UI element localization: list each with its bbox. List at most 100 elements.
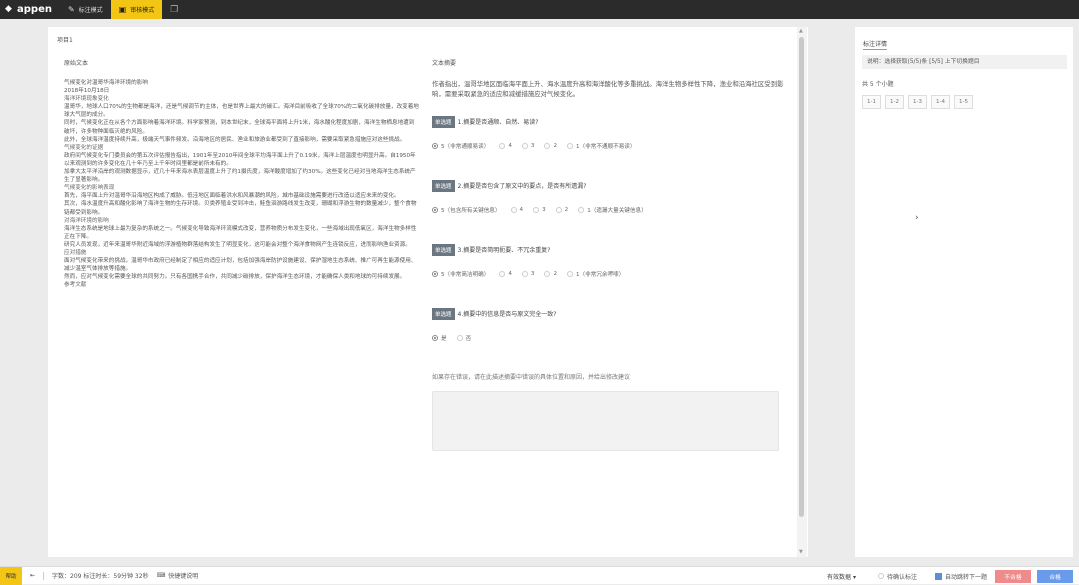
collapse-icon[interactable]: ⇤ xyxy=(30,572,35,579)
article-paragraph: 加拿大太平洋沿岸的观测数据显示，近几十年来海水表层温度上升了约1摄氏度，海洋酸度… xyxy=(64,169,416,184)
article-body: 气候变化对温哥华海洋环境的影响 2018年10月18日 海洋环境现象变化 温哥华… xyxy=(64,79,419,289)
pager-item[interactable]: 1-2 xyxy=(885,95,904,109)
tab-review-label: 审核模式 xyxy=(130,7,155,14)
summary-column: 文本摘要 作者指出，温哥华地区面临海平面上升、海水温度升高和海洋酸化等多重挑战。… xyxy=(432,58,787,451)
original-text-title: 原始文本 xyxy=(64,60,89,67)
radio-option[interactable]: 1（遗漏大量关键信息） xyxy=(578,206,647,214)
main-scrollbar[interactable]: ▲ ▼ xyxy=(797,27,807,557)
annotation-detail-panel: 标注详情 说明：选择获取(5/5)条 [5/5] 上下切换题目 共 5 个小题 … xyxy=(855,27,1073,557)
original-text-column: 原始文本 气候变化对温哥华海洋环境的影响 2018年10月18日 海洋环境现象变… xyxy=(64,58,419,289)
side-panel-info: 说明：选择获取(5/5)条 [5/5] 上下切换题目 xyxy=(862,55,1067,69)
article-heading: 参考文献 xyxy=(64,282,87,289)
radio-icon xyxy=(877,573,884,579)
question-2: 单选题 2.摘要是否包含了原文中的要点，是否有所遗漏? 5（包含所有关键信息） … xyxy=(432,179,787,214)
radio-option[interactable]: 3 xyxy=(533,206,546,213)
scroll-down-icon[interactable]: ▼ xyxy=(799,549,803,555)
top-navbar: ◆ appen ✎ 标注模式 ▣ 审核模式 ❐ xyxy=(0,0,1079,19)
radio-icon xyxy=(521,270,528,277)
radio-option[interactable]: 否 xyxy=(456,334,471,342)
radio-icon xyxy=(567,142,573,149)
article-heading: 应对措施 xyxy=(64,249,87,256)
radio-option[interactable]: 3 xyxy=(521,270,534,277)
radio-icon xyxy=(544,142,551,149)
radio-option[interactable]: 5（包含所有关键信息） xyxy=(432,206,501,214)
error-description-label: 如果存在错误，请在此描述摘要中错误的具体位置和原因，并给出修改建议 xyxy=(432,373,631,381)
radio-option[interactable]: 2 xyxy=(555,206,568,213)
article-paragraph: 此外，全球海洋温度持续升高，极端天气事件频发。沿海地区的居民、渔业和旅游业都受到… xyxy=(64,136,406,143)
radio-option[interactable]: 1（非常冗余啰嗦） xyxy=(567,270,624,278)
question-count: 共 5 个小题 xyxy=(862,81,894,88)
question-text: 1.摘要是否通顺、自然、易读? xyxy=(457,119,539,127)
layout-icon[interactable]: ❐ xyxy=(162,0,186,19)
article-paragraph: 同时，气候变化正在从各个方面影响着海洋环境。科学家预测，到本世纪末，全球海平面将… xyxy=(64,120,415,135)
article-heading: 对海洋环境的影响 xyxy=(64,217,109,224)
question-badge: 单选题 xyxy=(432,115,455,128)
radio-option[interactable]: 5（非常简洁明确） xyxy=(432,270,489,278)
article-paragraph: 研究人员发现，近年来温哥华附近海域的浮游植物群落结构发生了明显变化，这可能会对整… xyxy=(64,241,411,248)
question-pager: 1-1 1-2 1-3 1-4 1-5 xyxy=(862,95,977,109)
radio-option[interactable]: 4 xyxy=(510,206,523,213)
pass-button[interactable]: 合格 xyxy=(1037,569,1073,583)
radio-icon xyxy=(567,270,573,277)
side-panel-title: 标注详情 xyxy=(863,41,888,50)
summary-text: 作者指出，温哥华地区面临海平面上升、海水温度升高和海洋酸化等多重挑战。海洋生物多… xyxy=(432,80,784,99)
edit-icon: ✎ xyxy=(67,5,75,14)
question-badge: 单选题 xyxy=(432,307,455,320)
pager-item[interactable]: 1-1 xyxy=(862,95,881,109)
radio-icon xyxy=(510,206,517,213)
bottom-bar: 帮助 ⇤ 字数：209 标注时长：59分钟 32秒 ⌨ 快捷键说明 有效数据 ▾ … xyxy=(0,566,1079,585)
fail-button[interactable]: 不合格 xyxy=(995,569,1031,583)
radio-option[interactable]: 是 xyxy=(432,334,447,342)
scroll-up-icon[interactable]: ▲ xyxy=(799,28,803,34)
keyboard-icon: ⌨ xyxy=(156,572,166,579)
pager-item[interactable]: 1-3 xyxy=(908,95,927,109)
radio-selected-icon xyxy=(432,334,438,341)
article-paragraph: 然而，应对气候变化需要全球的共同努力。只有各国携手合作，共同减少碳排放，保护海洋… xyxy=(64,274,406,281)
logo-text: appen xyxy=(17,4,52,15)
question-3: 单选题 3.摘要是否简明扼要、不冗余重复? 5（非常简洁明确） 4 3 2 1（… xyxy=(432,243,787,278)
question-badge: 单选题 xyxy=(432,243,455,256)
radio-selected-icon xyxy=(432,206,438,213)
checkbox-checked-icon xyxy=(934,572,942,580)
pager-item[interactable]: 1-5 xyxy=(954,95,973,109)
article-paragraph: 政府间气候变化专门委员会的第五次评估报告指出，1901年至2010年间全球平均海… xyxy=(64,152,416,167)
chevron-right-icon[interactable]: › xyxy=(915,213,919,223)
scrollbar-thumb[interactable] xyxy=(799,37,804,517)
tab-annotate[interactable]: ✎ 标注模式 xyxy=(60,0,111,19)
radio-icon xyxy=(555,206,562,213)
pending-confirm-toggle[interactable]: 待确认标注 xyxy=(877,572,917,581)
radio-option[interactable]: 1（非常不通顺不易读） xyxy=(567,142,636,150)
error-description-textarea[interactable] xyxy=(432,390,779,451)
radio-icon xyxy=(499,142,506,149)
article-heading: 气候变化的证据 xyxy=(64,144,104,151)
auto-next-checkbox[interactable]: 自动跳转下一题 xyxy=(934,572,987,581)
radio-option[interactable]: 4 xyxy=(499,142,512,149)
data-validity-select[interactable]: 有效数据 ▾ xyxy=(827,572,856,581)
question-4: 单选题 4.摘要中的信息是否与原文完全一致? 是 否 xyxy=(432,307,787,342)
tab-review[interactable]: ▣ 审核模式 xyxy=(110,0,163,19)
article-heading: 海洋环境现象变化 xyxy=(64,96,109,103)
radio-option[interactable]: 3 xyxy=(521,142,534,149)
radio-icon xyxy=(578,206,585,213)
shortcut-link[interactable]: ⌨ 快捷键说明 xyxy=(157,571,199,580)
review-icon: ▣ xyxy=(118,5,127,14)
article-date: 2018年10月18日 xyxy=(64,88,110,95)
article-paragraph: 其次，海水温度升高和酸化影响了海洋生物的生存环境。贝类养殖业受到冲击，鲑鱼洄游路… xyxy=(64,201,417,216)
article-title: 气候变化对温哥华海洋环境的影响 xyxy=(64,80,148,86)
appen-logo[interactable]: ◆ appen xyxy=(0,0,60,19)
radio-option[interactable]: 2 xyxy=(544,142,557,149)
radio-option[interactable]: 2 xyxy=(544,270,557,277)
radio-selected-icon xyxy=(432,142,438,149)
radio-option[interactable]: 5（非常通顺易读） xyxy=(432,142,489,150)
stats-text: 字数：209 标注时长：59分钟 32秒 xyxy=(52,573,149,580)
pager-item[interactable]: 1-4 xyxy=(931,95,950,109)
radio-selected-icon xyxy=(432,270,438,277)
project-id: 项目1 xyxy=(57,37,73,44)
radio-option[interactable]: 4 xyxy=(499,270,512,277)
radio-icon xyxy=(533,206,540,213)
article-paragraph: 面对气候变化带来的挑战，温哥华市政府已经制定了相应的适应计划，包括加强海岸防护设… xyxy=(64,258,417,273)
article-paragraph: 温哥华，地球人口70%的生物都是海洋，还是气候调节的主体，也是世界上最大的碳汇。… xyxy=(64,104,419,119)
summary-title: 文本摘要 xyxy=(432,60,457,67)
help-button[interactable]: 帮助 xyxy=(0,566,22,585)
radio-icon xyxy=(544,270,551,277)
